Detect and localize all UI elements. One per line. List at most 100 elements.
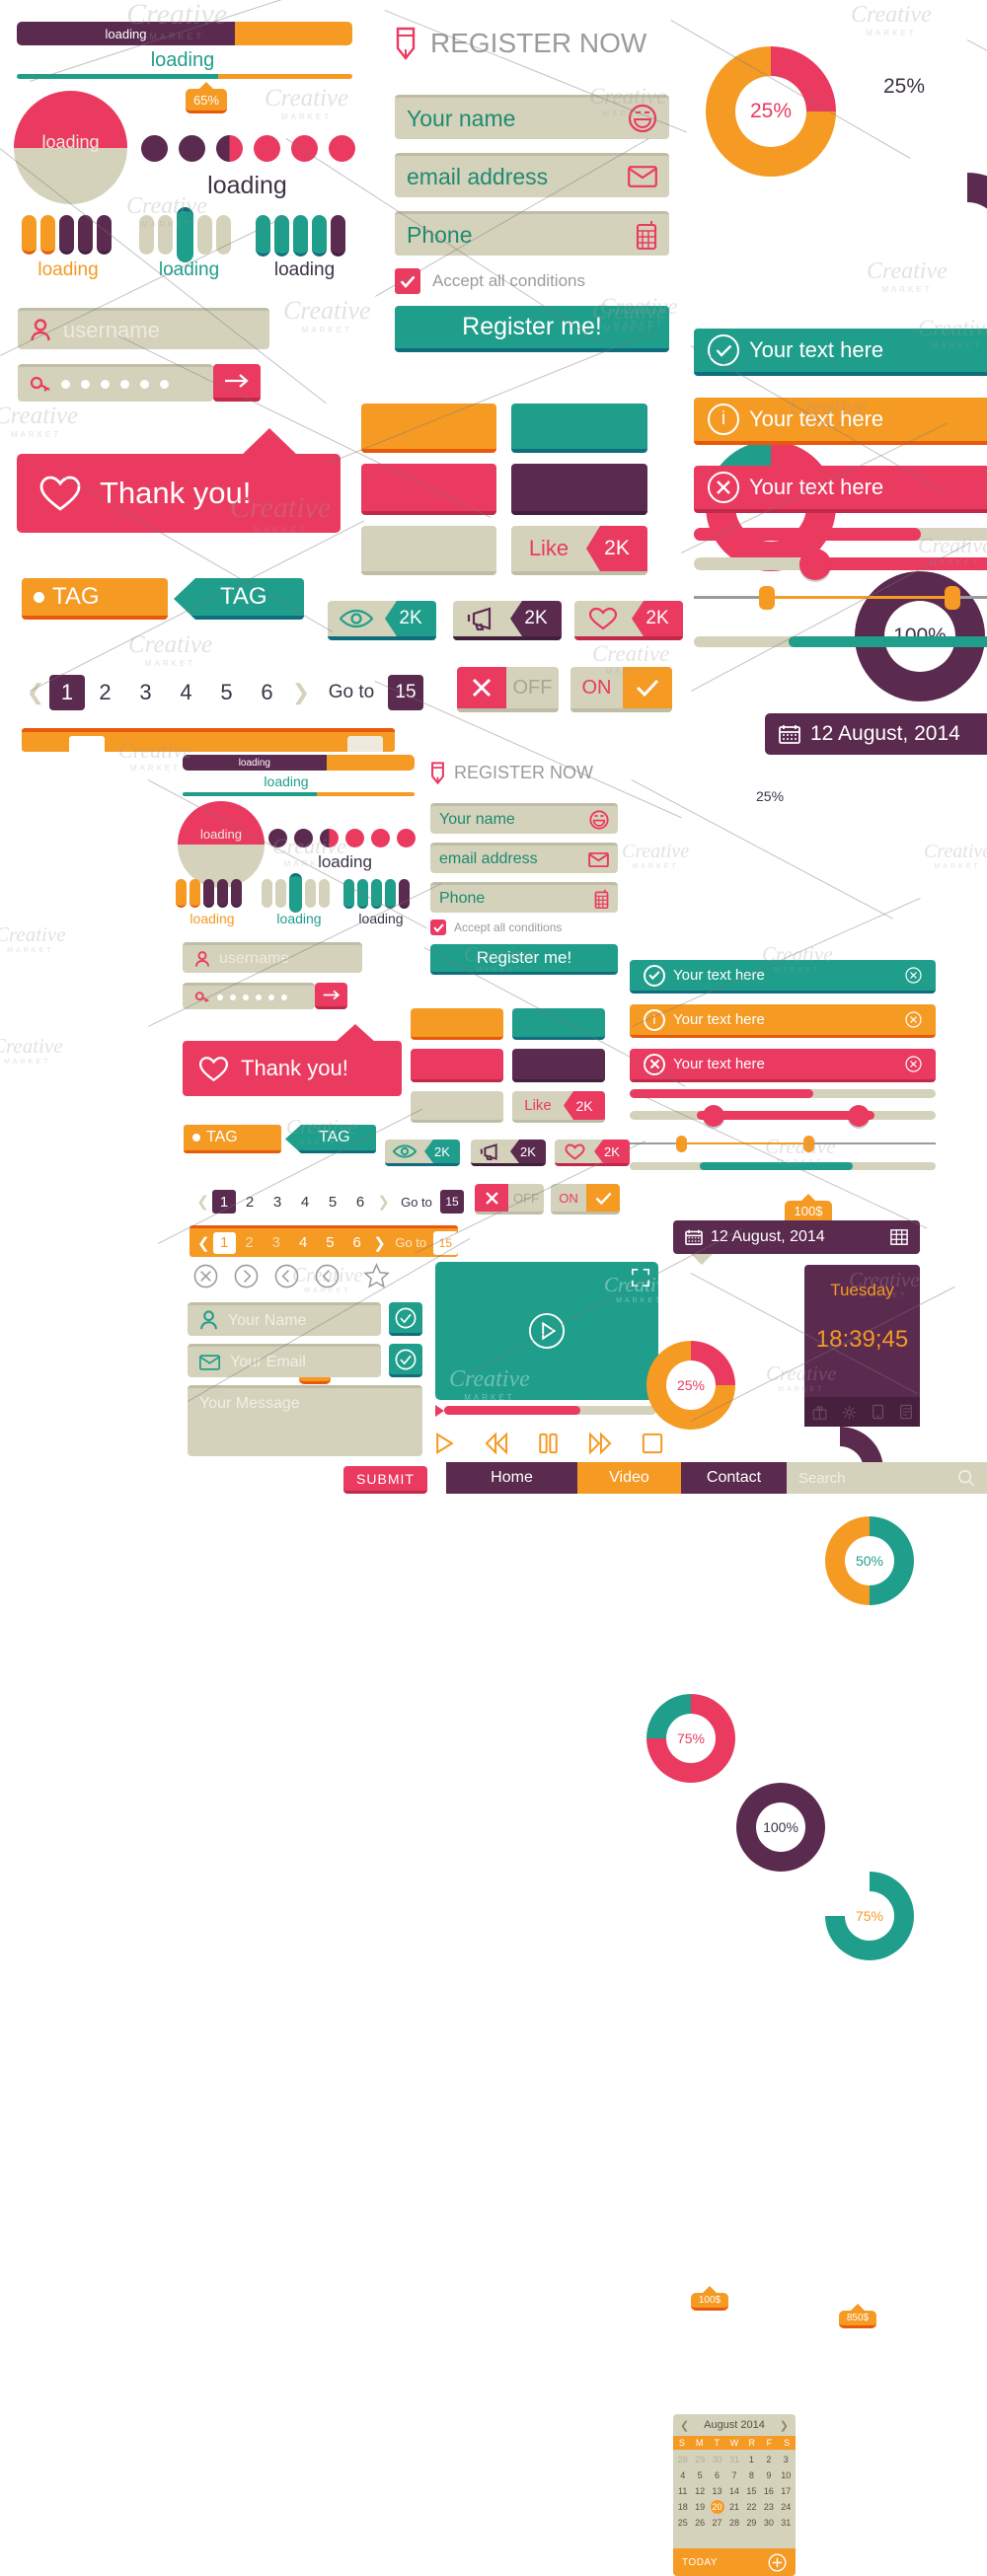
toggle-off-small[interactable]: OFF <box>475 1184 544 1214</box>
calendar-day[interactable]: 6 <box>709 2467 725 2483</box>
close-circle-icon[interactable] <box>905 967 922 984</box>
calendar-widget[interactable]: ❮ August 2014 ❯ S M T W R F S 28 29 30 3… <box>673 2414 796 2576</box>
pagination-small-page[interactable]: 5 <box>319 1189 346 1214</box>
contact-submit-button[interactable]: SUBMIT <box>343 1466 427 1494</box>
pagination-small-page[interactable]: 2 <box>236 1189 264 1214</box>
toggle-off-label[interactable]: OFF <box>506 667 559 708</box>
slider-1-rail[interactable] <box>694 528 987 541</box>
calendar-day[interactable]: 30 <box>709 2452 725 2467</box>
close-circle-icon[interactable] <box>905 1011 922 1028</box>
register-name-input[interactable]: Your name <box>395 95 669 139</box>
gift-icon[interactable] <box>812 1405 827 1420</box>
chevron-right-icon[interactable]: ❯ <box>374 1189 393 1214</box>
calendar-day[interactable]: 17 <box>778 2483 795 2499</box>
toggle-off-icon[interactable] <box>475 1184 508 1212</box>
counter-likes[interactable]: 2K <box>574 601 683 640</box>
chevron-right-icon[interactable]: ❯ <box>370 1228 389 1257</box>
register-submit-button-small[interactable]: Register me! <box>430 944 618 975</box>
calendar-day[interactable]: 9 <box>760 2467 777 2483</box>
counter-views[interactable]: 2K <box>328 601 436 640</box>
note-icon[interactable] <box>899 1404 913 1420</box>
counter-views-small[interactable]: 2K <box>385 1140 460 1166</box>
calendar-day[interactable]: 24 <box>778 2499 795 2515</box>
password-input-small[interactable] <box>183 983 315 1009</box>
button-purple-small[interactable] <box>512 1049 605 1082</box>
pagination-orange-bar[interactable]: ❮ 1 2 3 4 5 6 ❯ Go to 15 <box>190 1225 458 1257</box>
calendar-day[interactable]: 26 <box>691 2515 708 2531</box>
orange-toolbar[interactable] <box>22 728 395 752</box>
counter-shares-small[interactable]: 2K <box>471 1140 546 1166</box>
calendar-day[interactable]: 22 <box>743 2499 760 2515</box>
calendar-day-selected[interactable]: 20 <box>709 2499 725 2515</box>
pagination-page[interactable]: 3 <box>125 674 166 711</box>
register-phone-input-small[interactable]: Phone <box>430 882 618 913</box>
video-controls[interactable] <box>434 1433 663 1454</box>
slider-6-knob-min[interactable] <box>703 1105 724 1127</box>
pagination-page-active[interactable]: 1 <box>49 675 85 710</box>
orange-toolbar-item[interactable] <box>347 736 383 752</box>
date-bar[interactable]: 12 August, 2014 <box>673 1220 920 1254</box>
like-counter[interactable]: Like 2K <box>511 526 647 575</box>
calendar-day[interactable]: 25 <box>674 2515 691 2531</box>
chevron-right-icon[interactable]: ❯ <box>780 2419 789 2432</box>
chevron-right-icon[interactable]: ❯ <box>287 674 315 711</box>
button-teal-small[interactable] <box>512 1008 605 1040</box>
login-submit-button-small[interactable] <box>315 983 347 1009</box>
pagination-small-page[interactable]: 3 <box>264 1189 291 1214</box>
slider-6-rail[interactable] <box>630 1111 936 1120</box>
pagination[interactable]: ❮ 1 2 3 4 5 6 ❯ Go to 15 <box>22 674 423 711</box>
calendar-day[interactable]: 28 <box>725 2515 742 2531</box>
slider-6-knob-max[interactable] <box>848 1105 870 1127</box>
toggle-on-label[interactable]: ON <box>570 667 623 708</box>
play-icon[interactable] <box>434 1433 455 1454</box>
calendar-day[interactable]: 31 <box>725 2452 742 2467</box>
pagination-small-page[interactable]: 4 <box>291 1189 319 1214</box>
calendar-day[interactable]: 16 <box>760 2483 777 2499</box>
calendar-today-label[interactable]: TODAY <box>682 2557 718 2568</box>
expand-icon[interactable] <box>631 1268 650 1288</box>
button-orange-small[interactable] <box>411 1008 503 1040</box>
video-player[interactable] <box>435 1262 658 1400</box>
slider-2-rail[interactable] <box>694 557 987 570</box>
register-phone-input[interactable]: Phone <box>395 211 669 256</box>
calendar-day[interactable]: 31 <box>778 2515 795 2531</box>
pagination-orange-page[interactable]: 5 <box>317 1228 343 1257</box>
progress-bar[interactable]: loading <box>17 22 352 45</box>
pagination-orange-page[interactable]: 6 <box>343 1228 370 1257</box>
contact-name-input[interactable]: Your Name <box>188 1302 381 1336</box>
chevron-right-circle-icon[interactable] <box>234 1264 259 1288</box>
button-orange[interactable] <box>361 404 496 453</box>
register-name-input-small[interactable]: Your name <box>430 803 618 834</box>
chevron-left-icon[interactable]: ❮ <box>194 1228 213 1257</box>
register-checkbox-row-small[interactable]: Accept all conditions <box>430 920 562 935</box>
counter-shares[interactable]: 2K <box>453 601 562 640</box>
phone-icon[interactable] <box>872 1404 884 1420</box>
button-pink-small[interactable] <box>411 1049 503 1082</box>
register-submit-button[interactable]: Register me! <box>395 306 669 352</box>
navbar-search[interactable]: Search <box>787 1462 987 1494</box>
toggle-off-label[interactable]: OFF <box>508 1184 544 1212</box>
calendar-day[interactable]: 8 <box>743 2467 760 2483</box>
calendar-day[interactable]: 23 <box>760 2499 777 2515</box>
button-pink[interactable] <box>361 464 496 515</box>
calendar-day[interactable]: 14 <box>725 2483 742 2499</box>
chevron-left-icon[interactable]: ❮ <box>680 2419 689 2432</box>
calendar-day[interactable]: 29 <box>691 2452 708 2467</box>
calendar-day[interactable]: 29 <box>743 2515 760 2531</box>
calendar-day[interactable]: 27 <box>709 2515 725 2531</box>
pagination-orange-page[interactable]: 4 <box>289 1228 316 1257</box>
calendar-footer[interactable]: TODAY <box>673 2548 796 2576</box>
username-input[interactable]: username <box>18 308 269 349</box>
chevron-left-icon[interactable]: ❮ <box>22 674 49 711</box>
calendar-day[interactable]: 13 <box>709 2483 725 2499</box>
pause-icon[interactable] <box>538 1433 559 1454</box>
pagination-small-page-active[interactable]: 1 <box>212 1190 236 1214</box>
calendar-day[interactable]: 15 <box>743 2483 760 2499</box>
username-input-small[interactable]: username <box>183 942 362 973</box>
register-checkbox-row[interactable]: Accept all conditions <box>395 268 585 294</box>
calendar-day[interactable]: 12 <box>691 2483 708 2499</box>
register-email-input[interactable]: email address <box>395 153 669 197</box>
slider-3-knob-min[interactable] <box>759 586 775 610</box>
password-input[interactable] <box>18 364 213 402</box>
tag-orange-small[interactable]: TAG <box>184 1125 281 1153</box>
